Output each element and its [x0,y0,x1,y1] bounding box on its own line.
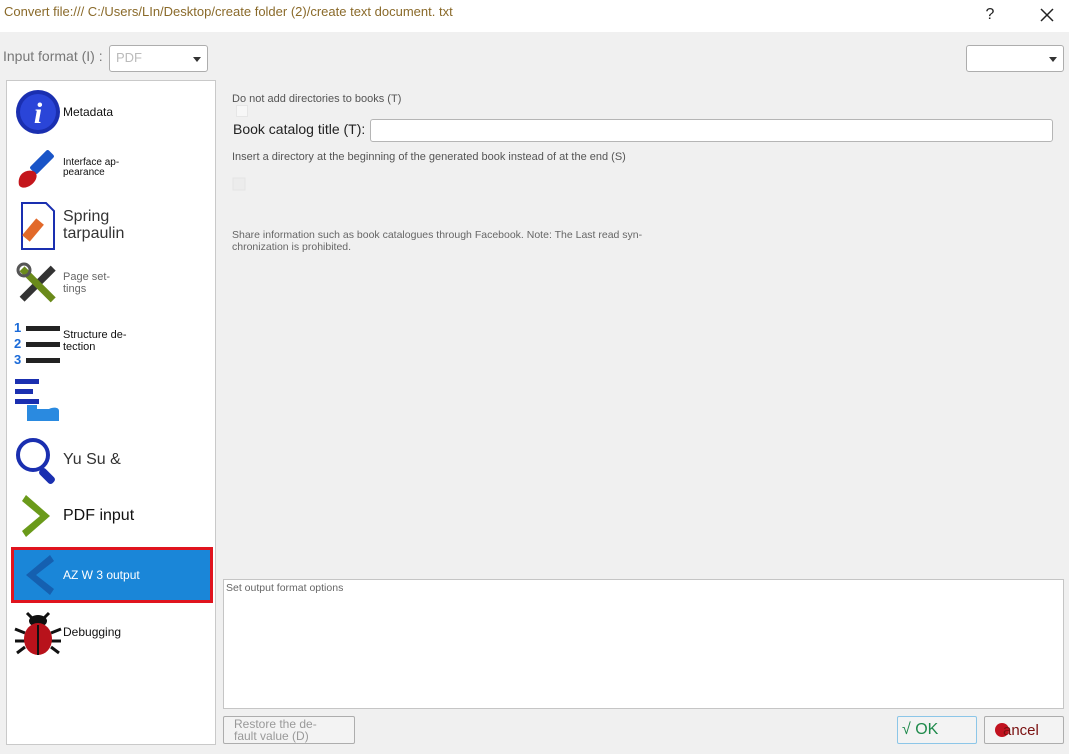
output-format-select[interactable] [966,45,1064,72]
catalog-title-label: Book catalog title (T): [233,121,366,137]
sidebar-item-label: PDF input [63,506,135,524]
info-icon: i [13,87,63,137]
no-directories-checkbox[interactable] [236,105,248,117]
sidebar-item-search-replace[interactable]: Yu Su & [13,433,211,487]
chevron-right-icon [13,491,63,541]
title-bar: Convert file:/// C:/Users/LIn/Desktop/cr… [0,0,1069,32]
sidebar-item-structure-detection[interactable]: 1 2 3 Structure de- tection [13,317,211,367]
structure-icon: 1 2 3 [13,317,63,367]
no-directories-label: Do not add directories to books (T) [232,93,402,105]
search-icon [13,435,63,485]
sidebar-item-cover[interactable]: Spring tarpaulin [13,199,211,253]
svg-text:2: 2 [14,336,21,351]
sidebar-item-label: AZ W 3 output [63,567,140,582]
sidebar: i Metadata Interface ap- pearance Spring… [6,80,216,745]
brush-icon [13,143,63,193]
toc-icon [13,375,63,425]
insert-toc-label: Insert a directory at the beginning of t… [232,151,626,163]
chevron-down-icon [1049,57,1057,62]
sidebar-item-label: Structure de- tection [63,329,127,353]
svg-text:i: i [34,97,43,130]
input-format-label: Input format (I) : [3,48,103,64]
svg-text:3: 3 [14,352,21,366]
svg-text:1: 1 [14,320,21,335]
sidebar-item-label: Spring tarpaulin [63,208,125,242]
chevron-left-icon [13,550,63,600]
chevron-down-icon [193,57,201,62]
facebook-note: Share information such as book catalogue… [232,229,643,254]
book-cover-icon [13,201,63,251]
ghost-option-row [232,177,248,194]
sidebar-item-label: Metadata [63,104,114,119]
sidebar-item-interface-appearance[interactable]: Interface ap- pearance [13,143,211,193]
sidebar-item-label: Yu Su & [63,450,121,468]
sidebar-item-label: Page set- tings [63,271,111,295]
window-title: Convert file:/// C:/Users/LIn/Desktop/cr… [4,4,453,19]
cancel-button[interactable]: ancel [984,716,1064,744]
input-format-select[interactable]: PDF [109,45,208,72]
input-format-value: PDF [116,50,142,65]
ok-button[interactable]: √ OK [897,716,977,744]
catalog-title-input[interactable] [370,119,1053,142]
sidebar-item-label: Debugging [63,624,122,639]
sidebar-item-metadata[interactable]: i Metadata [13,85,211,139]
tools-icon [13,259,63,309]
help-panel-title: Set output format options [226,582,344,594]
cancel-label: ancel [1003,721,1039,739]
help-button[interactable]: ? [975,2,1005,28]
sidebar-item-label: Interface ap- pearance [63,156,120,178]
options-panel: Do not add directories to books (T) Book… [222,80,1064,575]
close-button[interactable] [1032,2,1062,28]
sidebar-item-table-of-contents[interactable] [13,373,211,427]
sidebar-item-pdf-input[interactable]: PDF input [13,489,211,543]
restore-defaults-button[interactable]: Restore the de- fault value (D) [223,716,355,744]
sidebar-item-page-settings[interactable]: Page set- tings [13,259,211,309]
sidebar-item-debugging[interactable]: Debugging [13,605,211,659]
bug-icon [13,607,63,657]
help-panel: Set output format options [223,579,1064,709]
sidebar-item-azw3-output[interactable]: AZ W 3 output [11,547,213,603]
close-icon [1040,8,1054,22]
